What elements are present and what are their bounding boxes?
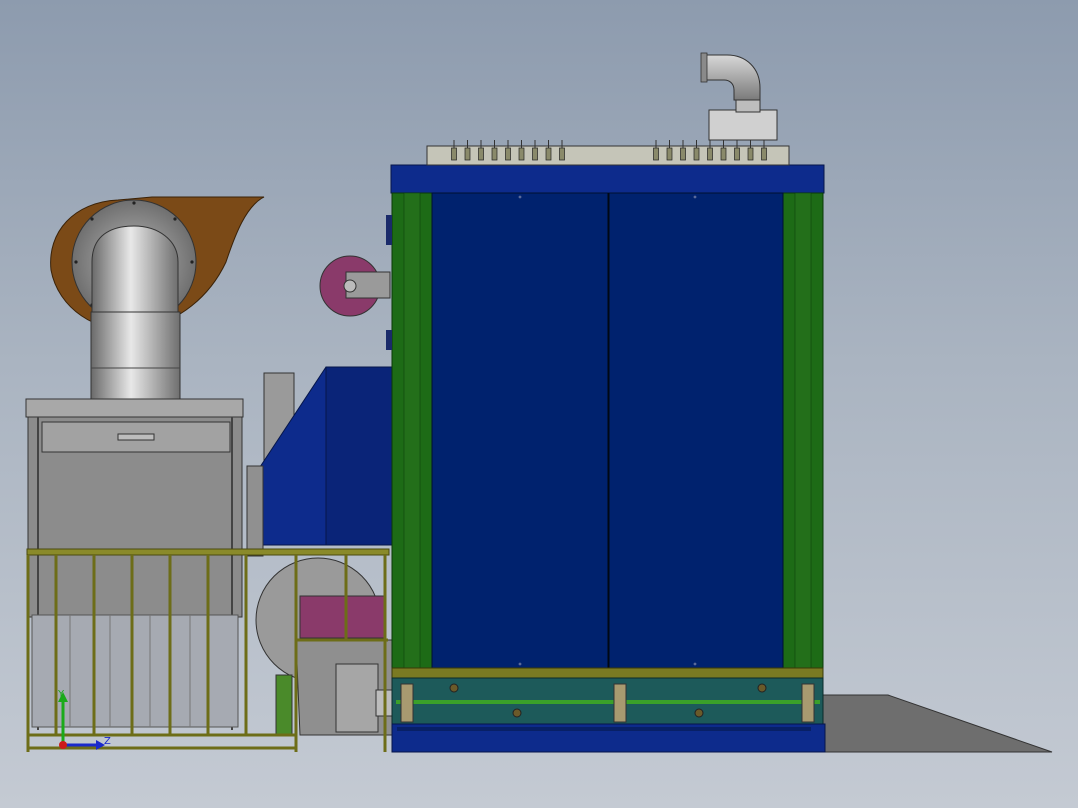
vertical-duct: [90, 311, 181, 401]
y-axis-label: Y: [57, 689, 65, 700]
bottom-olive-rail: [391, 667, 824, 679]
outlet-box: [708, 109, 778, 141]
top-manifold: [426, 52, 790, 166]
transition-duct: [246, 366, 393, 557]
blower-window: [299, 595, 385, 639]
pulse-valve: [478, 147, 484, 161]
pulse-valve: [491, 147, 498, 161]
blower-fan: [255, 557, 393, 736]
pulse-valve: [451, 147, 457, 161]
collector-top-cover: [25, 398, 244, 418]
cabinet-top-band: [390, 164, 825, 194]
dust-collector-unit: [25, 196, 265, 730]
ground-plate: [821, 694, 1053, 753]
main-cabinet: [386, 164, 826, 753]
elbow-pipe: [91, 225, 179, 313]
pulse-valve: [666, 147, 673, 161]
pulse-valve: [464, 147, 471, 161]
pulse-valve: [734, 147, 740, 161]
cad-assembly-view: Y Z: [25, 52, 1053, 753]
pulse-valve: [707, 147, 713, 161]
small-motor: [319, 255, 391, 317]
pulse-valve: [653, 147, 659, 161]
pulse-valve: [505, 147, 511, 161]
pulse-valve: [559, 147, 565, 161]
pulse-valve: [693, 147, 700, 161]
pulse-valve: [747, 147, 754, 161]
axis-origin: [59, 741, 67, 749]
top-elbow-pipe: [702, 54, 761, 101]
door-handle: [117, 433, 155, 441]
left-door: [431, 192, 609, 669]
pulse-valve: [680, 147, 686, 161]
pulse-valve: [720, 147, 727, 161]
pulse-valve: [532, 147, 538, 161]
right-door: [608, 192, 784, 669]
pulse-valve: [518, 147, 525, 161]
z-axis-label: Z: [104, 736, 111, 747]
pulse-valve: [761, 147, 767, 161]
blower-motor: [335, 663, 379, 733]
pulse-valve: [545, 147, 552, 161]
